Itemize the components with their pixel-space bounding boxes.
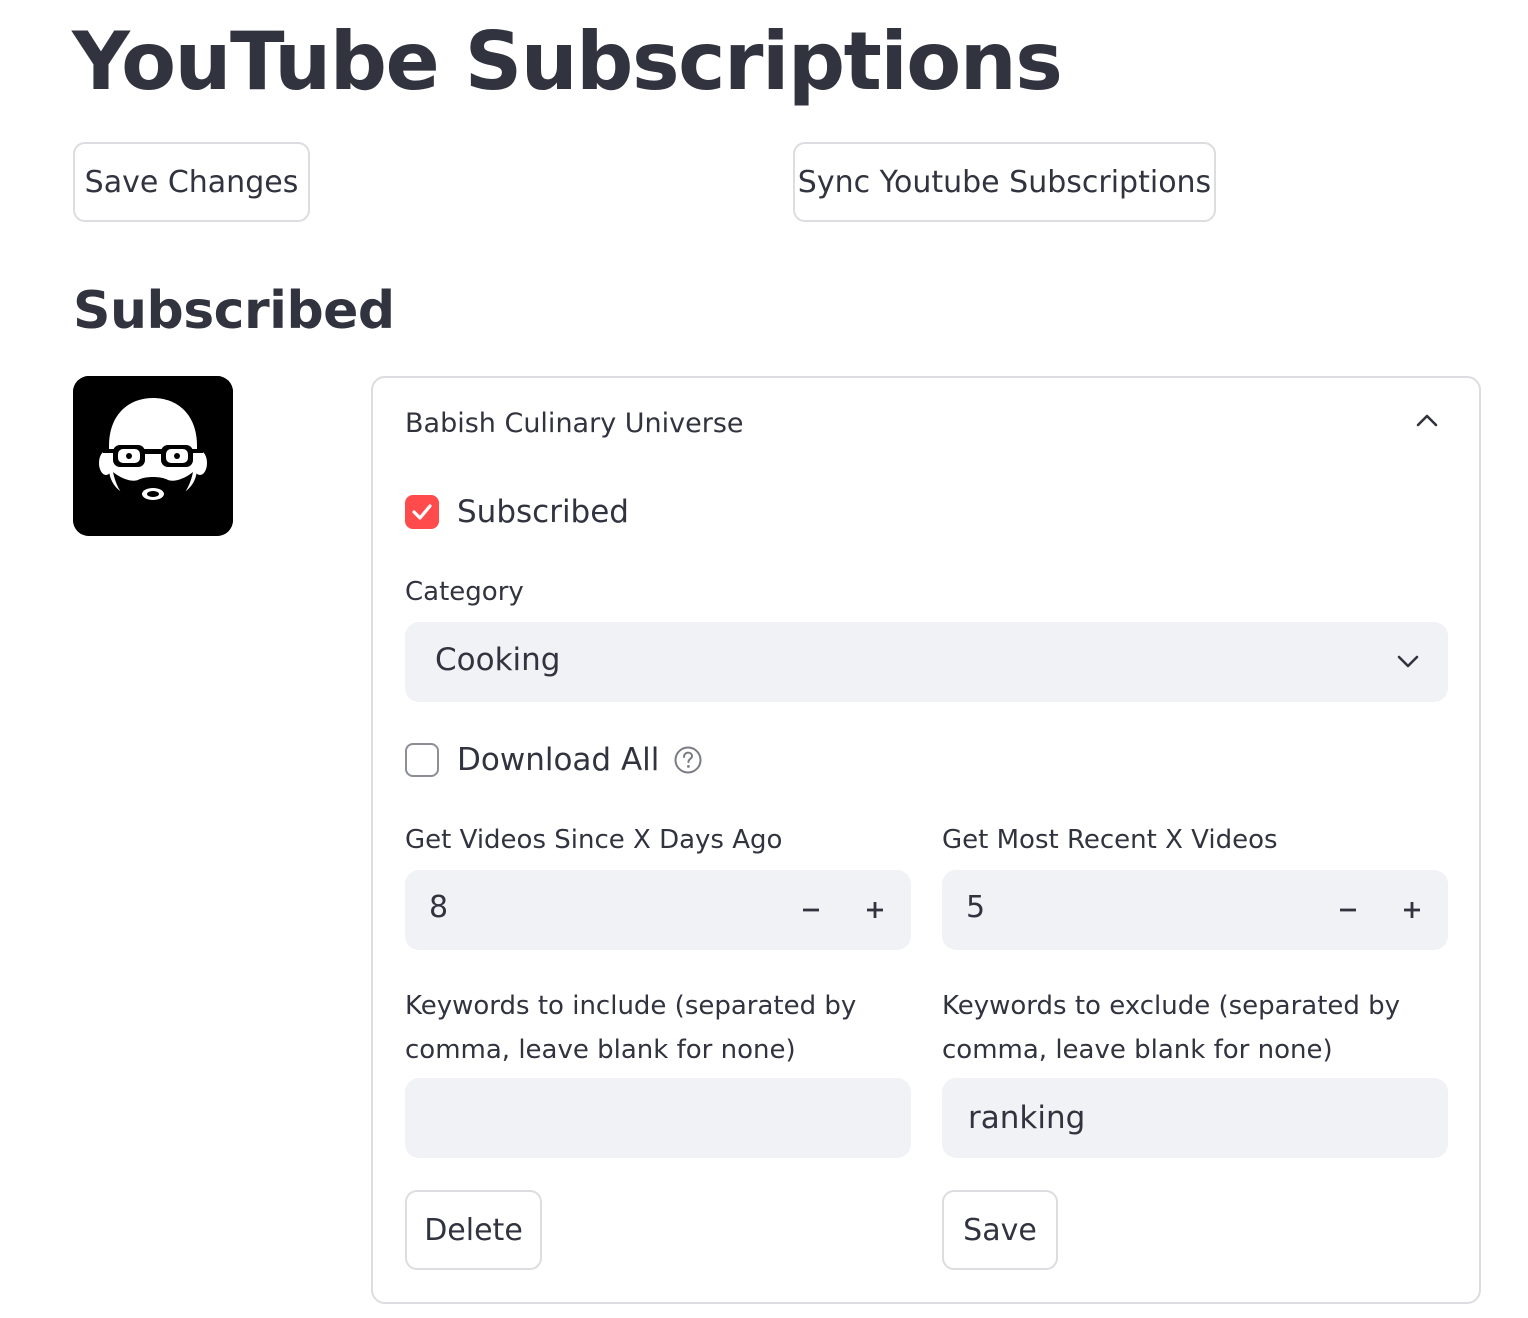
most-recent-label: Get Most Recent X Videos [942, 825, 1278, 855]
exclude-keywords-label: Keywords to exclude (separated by comma,… [942, 991, 1401, 1065]
channel-expander-header[interactable]: Babish Culinary Universe [373, 378, 1479, 472]
download-all-checkbox-row[interactable]: Download All [405, 740, 703, 780]
most-recent-stepper [942, 870, 1448, 950]
plus-icon [867, 902, 883, 918]
minus-icon [803, 908, 819, 912]
download-all-checkbox[interactable] [405, 743, 439, 777]
channel-avatar [73, 376, 233, 536]
most-recent-increment-button[interactable] [1384, 882, 1440, 938]
channel-settings-card: Babish Culinary Universe Subscribed Cate… [371, 376, 1481, 1304]
subscribed-checkbox[interactable] [405, 495, 439, 529]
include-keywords-input[interactable] [405, 1078, 911, 1158]
subscribed-checkbox-row[interactable]: Subscribed [405, 492, 629, 532]
chevron-down-icon [1397, 655, 1419, 668]
exclude-keywords-input[interactable] [942, 1078, 1448, 1158]
plus-icon [1404, 902, 1420, 918]
days-ago-stepper [405, 870, 911, 950]
download-all-label: Download All [457, 742, 660, 778]
delete-button[interactable]: Delete [405, 1190, 542, 1270]
category-select-value: Cooking [435, 642, 561, 678]
save-changes-button[interactable]: Save Changes [73, 142, 310, 222]
check-icon [412, 504, 432, 520]
days-ago-input[interactable] [429, 890, 749, 925]
page-title: YouTube Subscriptions [72, 15, 1063, 108]
category-label: Category [405, 577, 524, 607]
save-button[interactable]: Save [942, 1190, 1058, 1270]
minus-icon [1340, 908, 1356, 912]
days-ago-decrement-button[interactable] [783, 882, 839, 938]
subscribed-label: Subscribed [457, 494, 629, 530]
page: YouTube Subscriptions Save Changes Sync … [0, 0, 1528, 1318]
most-recent-decrement-button[interactable] [1320, 882, 1376, 938]
chevron-up-icon[interactable] [1415, 412, 1439, 428]
category-select[interactable]: Cooking [405, 622, 1448, 702]
channel-name: Babish Culinary Universe [405, 408, 744, 439]
babish-avatar-icon [73, 376, 233, 536]
include-keywords-label: Keywords to include (separated by comma,… [405, 991, 857, 1065]
sync-youtube-subscriptions-button[interactable]: Sync Youtube Subscriptions [793, 142, 1216, 222]
section-title-subscribed: Subscribed [73, 281, 395, 341]
question-circle-icon[interactable] [673, 745, 703, 775]
days-ago-increment-button[interactable] [847, 882, 903, 938]
days-ago-label: Get Videos Since X Days Ago [405, 825, 783, 855]
most-recent-input[interactable] [966, 890, 1286, 925]
